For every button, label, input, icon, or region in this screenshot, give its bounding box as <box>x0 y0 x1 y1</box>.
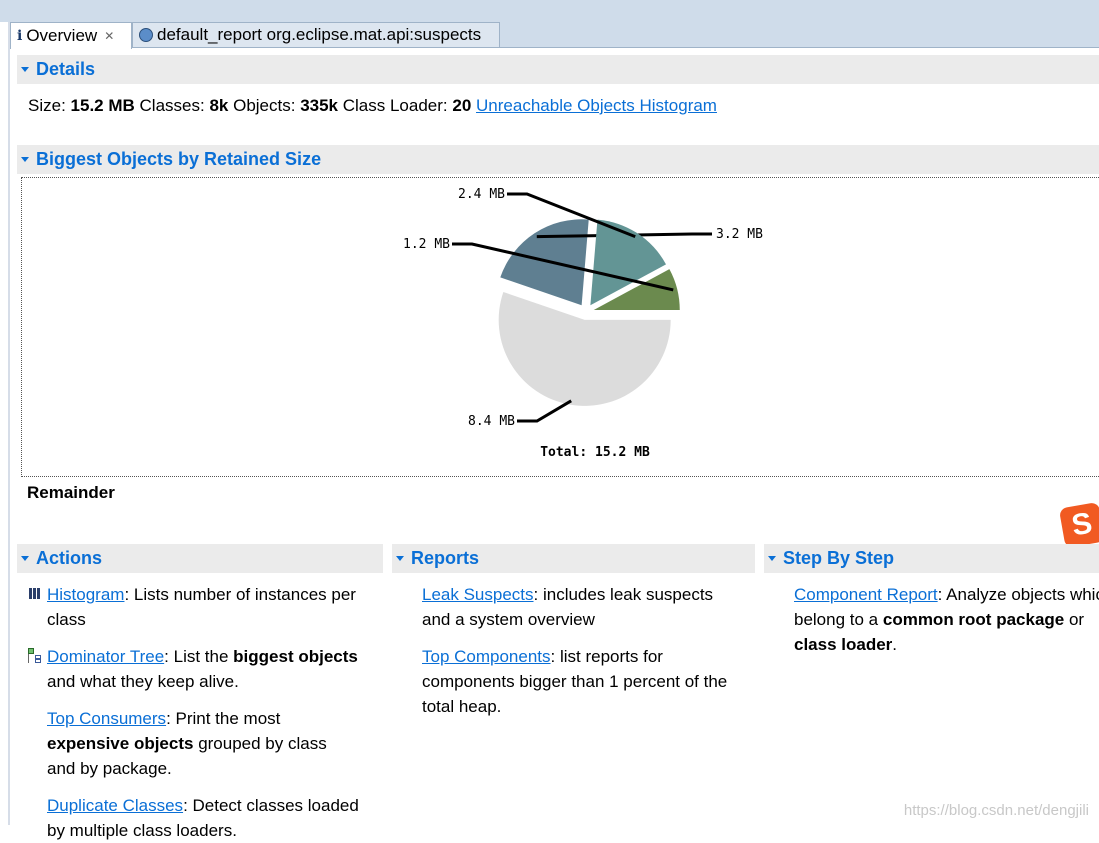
action-duplicate-classes: Duplicate Classes: Detect classes loaded… <box>47 796 359 840</box>
dominator-tree-icon <box>28 648 42 663</box>
slice-label: 8.4 MB <box>468 414 515 429</box>
actions-header[interactable]: Actions <box>17 544 383 573</box>
action-histogram: Histogram: Lists number of instances per… <box>29 582 367 632</box>
reports-header[interactable]: Reports <box>392 544 755 573</box>
pie-slice[interactable] <box>500 219 589 306</box>
dominator-tree-link[interactable]: Dominator Tree <box>47 647 164 666</box>
leak-suspects-link[interactable]: Leak Suspects <box>422 585 534 604</box>
collapse-triangle-icon <box>21 556 29 561</box>
action-dominator-tree: Dominator Tree: List the biggest objects… <box>28 644 382 694</box>
histogram-icon <box>29 588 41 599</box>
histogram-link[interactable]: Histogram <box>47 585 124 604</box>
sogou-ime-icon[interactable]: S <box>1058 501 1099 549</box>
pie-chart[interactable]: 3.2 MB 2.4 MB 1.2 MB 8.4 MB Total: 15.2 MB <box>0 0 1099 480</box>
duplicate-classes-link[interactable]: Duplicate Classes <box>47 796 183 815</box>
step-by-step-header[interactable]: Step By Step <box>764 544 1099 573</box>
watermark: https://blog.csdn.net/dengjili <box>903 802 1089 819</box>
collapse-triangle-icon <box>768 556 776 561</box>
remainder-label: Remainder <box>27 483 115 502</box>
step-component-report: Component Report: Analyze objects which … <box>794 585 1099 654</box>
report-top-components: Top Components: list reports for compone… <box>422 647 728 716</box>
action-top-consumers: Top Consumers: Print the most expensive … <box>47 709 327 778</box>
leader-line <box>517 399 572 423</box>
slice-label: 1.2 MB <box>403 237 450 252</box>
collapse-triangle-icon <box>396 556 404 561</box>
report-leak-suspects: Leak Suspects: includes leak suspects an… <box>422 585 714 629</box>
top-consumers-link[interactable]: Top Consumers <box>47 709 166 728</box>
slice-label: 2.4 MB <box>458 187 505 202</box>
top-components-link[interactable]: Top Components <box>422 647 551 666</box>
slice-label: 3.2 MB <box>716 227 763 242</box>
component-report-link[interactable]: Component Report <box>794 585 938 604</box>
pie-total-label: Total: 15.2 MB <box>540 445 650 460</box>
